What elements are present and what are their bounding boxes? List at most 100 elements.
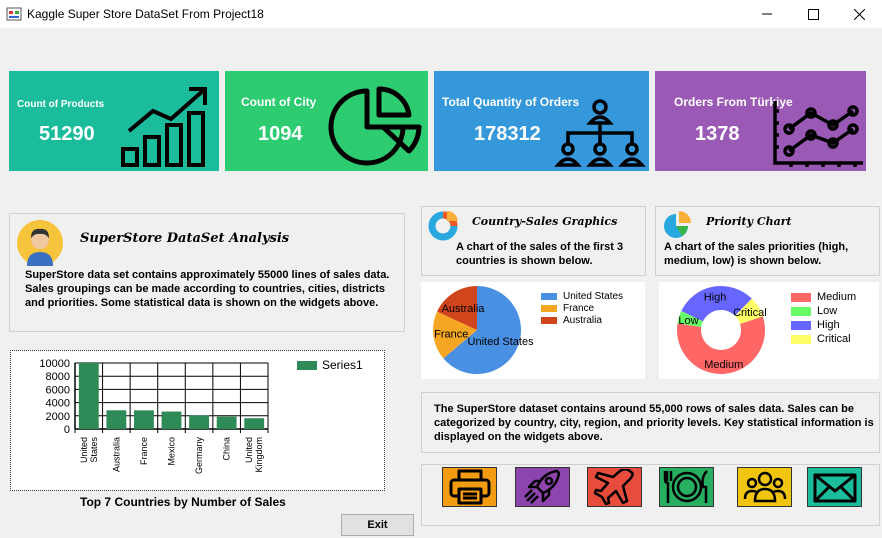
legend-item: Low <box>791 305 837 317</box>
bar <box>134 410 154 429</box>
x-tick-label: Germany <box>194 437 204 475</box>
pie-chart-icon <box>664 211 691 238</box>
legend-swatch <box>297 361 317 370</box>
legend-swatch <box>791 320 811 330</box>
bar <box>216 416 237 429</box>
line-chart-icon <box>773 101 863 167</box>
tile-orders-from-turkiye: Orders From Türkiye 1378 <box>655 71 866 171</box>
bar-chart-panel: 0 2000 4000 6000 8000 10000 UnitedStates Austra… <box>10 350 385 491</box>
summary-panel: The SuperStore dataset contains around 5… <box>421 392 880 453</box>
slice-label: Critical <box>733 307 767 319</box>
y-tick-label: 6000 <box>46 384 70 396</box>
tile-value: 178312 <box>474 123 541 145</box>
tile-value: 51290 <box>39 123 95 145</box>
legend-label: United States <box>563 291 624 302</box>
legend-item: Medium <box>791 291 856 303</box>
country-sales-description: A chart of the sales of the first 3 coun… <box>456 241 624 267</box>
x-tick-label: UnitedStates <box>79 437 99 464</box>
rocket-icon <box>523 469 560 504</box>
priority-donut-chart: Medium Low High Critical Medium Low High Cr… <box>659 282 879 379</box>
bar <box>78 363 99 429</box>
pie-chart-icon <box>328 86 422 166</box>
slice-label: France <box>434 328 468 340</box>
minimize-icon <box>762 13 772 15</box>
legend-swatch <box>791 292 811 302</box>
maximize-icon <box>807 8 819 20</box>
window-title: Kaggle Super Store DataSet From Project1… <box>27 7 264 21</box>
envelope-icon <box>813 473 856 503</box>
priority-title: Priority Chart <box>706 215 792 228</box>
tile-label: Count of City <box>241 95 317 109</box>
x-tick-label: Mexico <box>167 437 177 466</box>
country-sales-panel: Country-Sales Graphics A chart of the sa… <box>421 206 646 276</box>
y-tick-label: 2000 <box>46 411 70 423</box>
tile-value: 1378 <box>695 123 740 145</box>
maximize-button[interactable] <box>790 0 836 28</box>
summary-text: The SuperStore dataset contains around 5… <box>434 403 874 443</box>
bar <box>244 418 265 429</box>
bar-chart-caption: Top 7 Countries by Number of Sales <box>80 495 286 509</box>
legend-item: United States <box>541 291 623 302</box>
bar-chart-svg: 020004000 6000800010000 UnitedStates Austra… <box>39 358 363 475</box>
slice-label: Low <box>678 315 698 327</box>
legend-label: Australia <box>563 315 602 326</box>
y-tick-label: 10000 <box>39 358 70 370</box>
priority-panel: Priority Chart A chart of the sales prio… <box>655 206 880 276</box>
avatar <box>17 220 63 266</box>
legend-swatch <box>541 305 557 312</box>
analysis-panel: SuperStore DataSet Analysis SuperStore d… <box>9 213 405 332</box>
tile-count-of-products: Count of Products 51290 <box>9 71 219 171</box>
y-tick-label: 0 <box>64 424 70 436</box>
legend-swatch <box>541 293 557 300</box>
country-pie-chart: United States France Australia United Stat… <box>421 282 645 379</box>
legend-label: Medium <box>817 291 857 303</box>
legend-item: Critical <box>791 333 851 345</box>
rocket-button[interactable] <box>515 467 570 507</box>
analysis-title: SuperStore DataSet Analysis <box>80 231 290 246</box>
hierarchy-icon <box>554 99 646 167</box>
dinner-button[interactable] <box>659 467 714 507</box>
priority-description: A chart of the sales priorities (high, m… <box>664 241 849 267</box>
legend-label: Critical <box>817 333 851 345</box>
donut-chart-icon <box>428 211 458 241</box>
dinner-plate-icon <box>663 470 708 503</box>
mail-button[interactable] <box>807 467 862 507</box>
users-button[interactable] <box>737 467 792 507</box>
tile-label: Count of Products <box>17 99 105 110</box>
close-icon <box>853 8 865 20</box>
minimize-button[interactable] <box>744 0 790 28</box>
country-sales-title: Country-Sales Graphics <box>472 215 618 228</box>
airplane-icon <box>593 469 634 505</box>
slice-label: Australia <box>442 303 486 315</box>
printer-icon <box>449 469 490 505</box>
legend-swatch <box>791 334 811 344</box>
slice-label: High <box>704 292 727 304</box>
tile-value: 1094 <box>258 123 303 145</box>
airplane-button[interactable] <box>587 467 642 507</box>
x-tick-label: France <box>139 437 149 465</box>
printer-button[interactable] <box>442 467 497 507</box>
legend-swatch <box>791 306 811 316</box>
x-tick-label: Australia <box>111 437 121 472</box>
exit-button[interactable]: Exit <box>341 514 414 536</box>
legend-label: Series1 <box>322 358 363 372</box>
legend-item: France <box>541 303 594 314</box>
bar <box>161 411 182 429</box>
legend-label: High <box>817 319 840 331</box>
y-tick-label: 8000 <box>46 371 70 383</box>
tile-count-of-city: Count of City 1094 <box>225 71 428 171</box>
legend-swatch <box>541 317 557 324</box>
close-button[interactable] <box>836 0 882 28</box>
slice-label: United States <box>468 336 535 348</box>
bar <box>106 410 127 429</box>
slice-label: Medium <box>704 359 743 371</box>
growth-chart-icon <box>121 87 207 167</box>
legend-label: Low <box>817 305 838 317</box>
tile-total-quantity-of-orders: Total Quantity of Orders 178312 <box>434 71 649 171</box>
legend-item: Australia <box>541 315 602 326</box>
app-icon <box>6 7 22 21</box>
x-tick-label: UnitedKingdom <box>244 437 264 473</box>
analysis-text: SuperStore data set contains approximate… <box>25 269 390 309</box>
legend-item: High <box>791 319 840 331</box>
x-tick-label: China <box>222 437 232 461</box>
